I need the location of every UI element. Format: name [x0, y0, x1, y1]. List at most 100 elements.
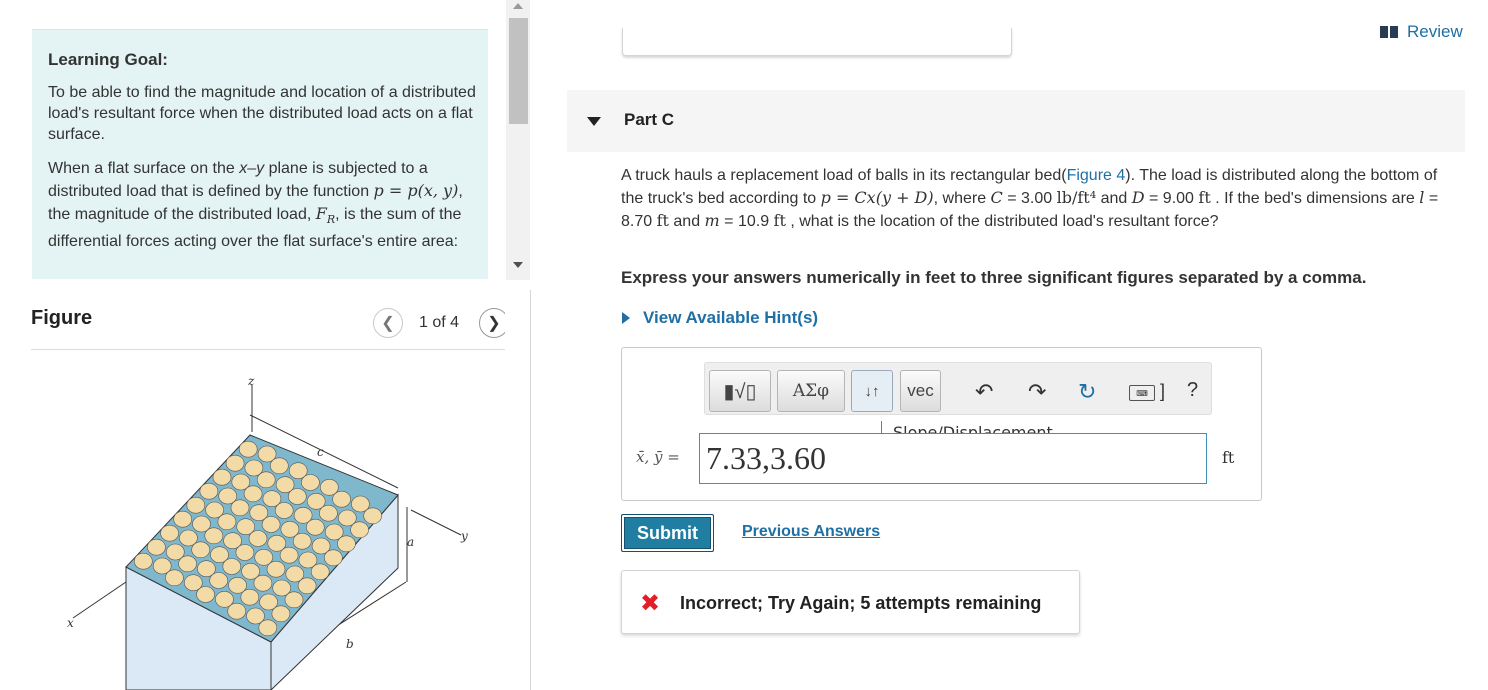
learning-goal-box: Learning Goal: To be able to find the ma… [32, 29, 488, 279]
ball [217, 513, 237, 531]
ball [134, 552, 153, 570]
z-label: z [247, 374, 255, 388]
previous-part-card [622, 28, 1012, 56]
learning-goal-heading: Learning Goal: [48, 50, 168, 69]
figure-4-link[interactable]: Figure 4 [1067, 167, 1126, 184]
ball [261, 516, 281, 533]
ball [238, 440, 258, 458]
chevron-left-icon: ❮ [381, 315, 395, 332]
previous-answers-link[interactable]: Previous Answers [742, 523, 880, 541]
answer-variable-label: x̄, ȳ = [636, 448, 680, 466]
ball [284, 591, 304, 609]
ball [212, 468, 232, 486]
answer-unit: ft [1222, 448, 1235, 467]
scroll-up-arrow-icon[interactable] [513, 3, 523, 9]
ball [337, 535, 356, 553]
left-panel: Learning Goal: To be able to find the ma… [0, 0, 505, 690]
keyboard-shortcuts-bracket[interactable]: ] [1160, 381, 1165, 402]
book-icon [1380, 26, 1398, 38]
ball [274, 502, 294, 519]
ball [235, 544, 255, 561]
ball [287, 488, 307, 505]
figure-counter: 1 of 4 [419, 314, 460, 331]
answer-input[interactable]: 7.33,3.60 [699, 433, 1207, 484]
ball [147, 538, 166, 556]
ball [292, 532, 312, 550]
ball [199, 482, 219, 500]
scrollbar-thumb[interactable] [509, 18, 528, 124]
ball [227, 602, 246, 620]
feedback-text: Incorrect; Try Again; 5 attempts remaini… [680, 593, 1042, 613]
ball [301, 474, 320, 491]
ball [297, 577, 317, 595]
ball [279, 546, 299, 564]
ball [222, 558, 242, 575]
chevron-right-icon: ❯ [487, 315, 501, 332]
submit-button[interactable]: Submit [621, 514, 714, 552]
view-hints-link[interactable]: View Available Hint(s) [622, 308, 818, 328]
ball [270, 457, 289, 475]
templates-button[interactable]: ▮√▯ [709, 370, 771, 412]
ball [209, 572, 228, 589]
ball [243, 485, 263, 503]
help-icon[interactable]: ? [1187, 379, 1198, 402]
ball [178, 555, 197, 573]
ball [240, 588, 260, 606]
b-label: b [346, 637, 354, 651]
panel-divider [530, 290, 531, 690]
truck-bed-figure: z c a y x b [67, 374, 468, 690]
y-label: y [460, 529, 468, 543]
x-axis [72, 581, 127, 619]
load-formula: p = Cx(y + D) [820, 188, 934, 207]
ball [160, 524, 179, 542]
scroll-down-arrow-icon[interactable] [513, 262, 523, 268]
ball [196, 586, 215, 603]
ball [323, 549, 343, 567]
a-label: a [407, 535, 414, 549]
keyboard-icon[interactable]: ⌨ [1129, 385, 1155, 401]
undo-icon[interactable]: ↶ [975, 379, 993, 405]
ball [173, 510, 192, 528]
y-axis [410, 509, 462, 536]
part-c-header[interactable]: Part C [567, 90, 1465, 152]
reset-icon[interactable]: ↻ [1078, 379, 1096, 405]
part-label: Part C [624, 110, 675, 129]
feedback-message: ✖ Incorrect; Try Again; 5 attempts remai… [621, 570, 1080, 634]
vector-button[interactable]: vec [900, 370, 941, 412]
math-toolbar: ▮√▯ ΑΣφ ↓↑ vec ↶ ↷ ↻ ⌨ ] ? [704, 362, 1212, 415]
ball [305, 518, 325, 536]
ball [258, 619, 278, 637]
ball [225, 454, 245, 472]
hints-label: View Available Hint(s) [643, 308, 819, 327]
ball [204, 527, 224, 545]
ball [186, 496, 206, 514]
learning-goal-definition: When a flat surface on the x–y plane is … [48, 160, 463, 251]
ball [332, 490, 351, 508]
ball [363, 507, 383, 525]
ball [253, 574, 273, 592]
figure-prev-button[interactable]: ❮ [373, 308, 403, 338]
figure-title: Figure [31, 307, 93, 329]
answer-instruction: Express your answers numerically in feet… [621, 268, 1367, 287]
ball [266, 560, 286, 578]
incorrect-x-icon: ✖ [640, 589, 661, 617]
question-text: A truck hauls a replacement load of ball… [621, 167, 1439, 230]
ball [319, 504, 338, 522]
c-label: c [317, 445, 324, 459]
ball [350, 521, 369, 539]
caret-right-icon [622, 312, 630, 324]
ball [248, 530, 268, 547]
answer-box: ▮√▯ ΑΣφ ↓↑ vec ↶ ↷ ↻ ⌨ ] ? Slope/Displac… [621, 347, 1262, 501]
redo-icon[interactable]: ↷ [1028, 379, 1046, 405]
slope-displacement-button[interactable]: ↓↑ [851, 370, 893, 412]
review-link[interactable]: Review [1380, 22, 1463, 42]
figure-header: Figure ❮ 1 of 4 ❯ [31, 303, 505, 350]
ball [310, 563, 330, 581]
ball [256, 471, 276, 489]
caret-down-icon [587, 117, 601, 126]
ball [191, 541, 210, 559]
greek-symbols-button[interactable]: ΑΣφ [777, 370, 845, 412]
figure-next-button[interactable]: ❯ [479, 308, 505, 338]
ball [271, 605, 291, 623]
left-panel-scrollbar[interactable] [506, 0, 530, 280]
